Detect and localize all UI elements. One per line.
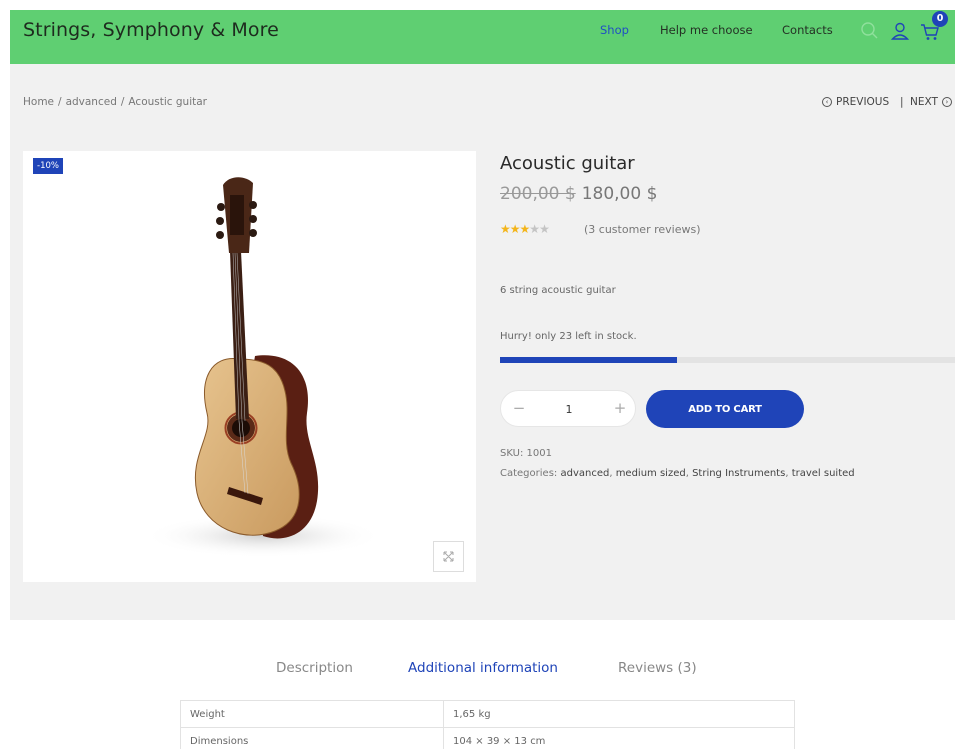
- expand-icon[interactable]: [433, 541, 464, 572]
- categories-line: Categories: advanced, medium sized, Stri…: [500, 468, 855, 479]
- attribute-label: Dimensions: [180, 727, 444, 749]
- categories-label: Categories:: [500, 468, 558, 479]
- sale-badge: -10%: [33, 158, 63, 174]
- minus-icon[interactable]: −: [510, 399, 528, 417]
- tab-additional-information[interactable]: Additional information: [408, 660, 558, 676]
- product-image[interactable]: -10%: [23, 151, 476, 582]
- category-link[interactable]: String Instruments: [692, 468, 785, 479]
- pager-separator: |: [900, 96, 904, 108]
- breadcrumb-home[interactable]: Home: [23, 96, 54, 108]
- product-tabs: Description Additional information Revie…: [0, 660, 955, 684]
- star-icon: ★: [519, 222, 531, 236]
- breadcrumb-separator: /: [120, 96, 125, 108]
- sku-value: 1001: [526, 448, 552, 459]
- attribute-value: 1,65 kg: [443, 700, 795, 728]
- customer-reviews-link[interactable]: (3 customer reviews): [584, 223, 700, 236]
- chevron-left-icon: ‹: [822, 97, 832, 107]
- plus-icon[interactable]: +: [611, 399, 629, 417]
- previous-product-link[interactable]: ‹ PREVIOUS: [822, 96, 889, 108]
- star-icon: ★: [539, 222, 550, 236]
- product-title: Acoustic guitar: [500, 153, 635, 174]
- stock-progress-bar: [500, 357, 955, 363]
- sku-line: SKU: 1001: [500, 448, 552, 459]
- tab-reviews[interactable]: Reviews (3): [618, 660, 697, 676]
- short-description: 6 string acoustic guitar: [500, 285, 616, 296]
- table-row: Dimensions 104 × 39 × 13 cm: [180, 727, 795, 749]
- stock-progress-fill: [500, 357, 678, 363]
- stock-message: Hurry! only 23 left in stock.: [500, 331, 637, 342]
- sku-label: SKU:: [500, 448, 524, 459]
- site-header: Strings, Symphony & More Shop Help me ch…: [10, 10, 955, 64]
- breadcrumb-category[interactable]: advanced: [66, 96, 117, 108]
- guitar-illustration: [143, 177, 383, 558]
- breadcrumb-current: Acoustic guitar: [128, 96, 207, 108]
- quantity-stepper: − +: [500, 390, 636, 427]
- additional-information-table: Weight 1,65 kg Dimensions 104 × 39 × 13 …: [180, 700, 795, 749]
- current-price: 180,00 $: [581, 184, 658, 204]
- user-icon[interactable]: [889, 20, 911, 42]
- attribute-value: 104 × 39 × 13 cm: [443, 727, 795, 749]
- site-brand[interactable]: Strings, Symphony & More: [23, 19, 279, 41]
- previous-label: PREVIOUS: [836, 96, 890, 108]
- nav-shop[interactable]: Shop: [600, 23, 629, 37]
- chevron-right-icon: ›: [941, 97, 952, 107]
- table-row: Weight 1,65 kg: [180, 700, 795, 728]
- quantity-input[interactable]: [551, 399, 587, 419]
- search-icon[interactable]: [859, 20, 881, 42]
- star-icon: ★: [509, 222, 521, 236]
- rating-stars: ★★★★★: [500, 222, 550, 236]
- category-link[interactable]: travel suited: [792, 468, 855, 479]
- nav-contacts[interactable]: Contacts: [782, 23, 833, 37]
- next-label: NEXT: [910, 96, 938, 108]
- nav-help-me-choose[interactable]: Help me choose: [660, 23, 753, 37]
- tab-description[interactable]: Description: [276, 660, 353, 676]
- star-icon: ★: [500, 222, 511, 236]
- product-price: 200,00 $180,00 $: [500, 184, 657, 204]
- category-link[interactable]: advanced: [560, 468, 609, 479]
- star-icon: ★: [529, 222, 540, 236]
- old-price: 200,00 $: [500, 184, 576, 204]
- next-product-link[interactable]: NEXT ›: [910, 96, 952, 108]
- breadcrumb: Home / advanced / Acoustic guitar: [23, 96, 207, 108]
- cart-count-badge: 0: [932, 11, 948, 27]
- category-link[interactable]: medium sized: [616, 468, 686, 479]
- breadcrumb-separator: /: [58, 96, 62, 108]
- attribute-label: Weight: [180, 700, 444, 728]
- add-to-cart-button[interactable]: ADD TO CART: [646, 390, 804, 428]
